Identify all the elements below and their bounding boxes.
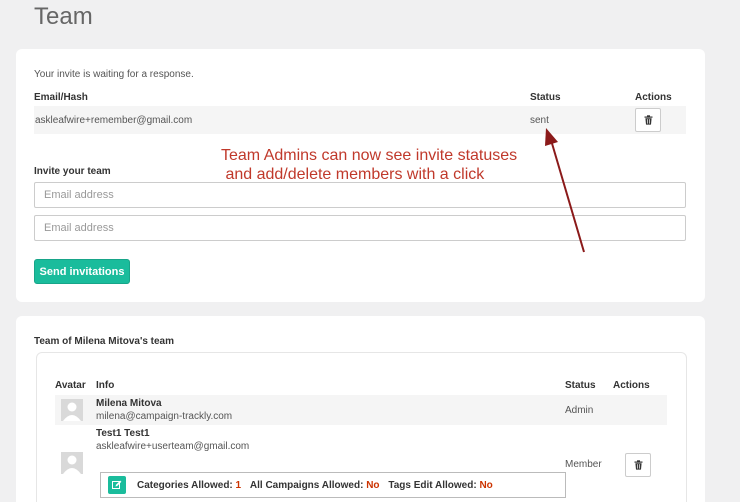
team-members-box: Avatar Info Status Actions Milena Mitova… — [36, 352, 687, 502]
member-status: Member — [565, 459, 602, 470]
categories-allowed-value: 1 — [235, 480, 242, 491]
member-name: Milena Mitova — [96, 398, 162, 409]
permissions-text: Categories Allowed: 1 All Campaigns Allo… — [137, 480, 493, 491]
edit-permissions-button[interactable] — [108, 476, 126, 494]
categories-allowed-label: Categories Allowed: — [137, 480, 233, 491]
member-status: Admin — [565, 405, 594, 416]
member-email: milena@campaign-trackly.com — [96, 411, 233, 422]
all-campaigns-allowed-label: All Campaigns Allowed: — [249, 480, 364, 491]
team-heading: Team of Milena Mitova's team — [34, 336, 175, 347]
edit-icon — [112, 480, 122, 489]
user-silhouette-icon — [63, 402, 81, 421]
column-member-actions: Actions — [613, 380, 650, 391]
tags-edit-allowed-label: Tags Edit Allowed: — [388, 480, 477, 491]
user-silhouette-icon — [63, 455, 81, 474]
table-row: Test1 Test1 askleafwire+userteam@gmail.c… — [55, 425, 667, 502]
avatar — [61, 399, 83, 421]
column-member-status: Status — [565, 380, 596, 391]
permissions-box: Categories Allowed: 1 All Campaigns Allo… — [100, 472, 566, 498]
column-avatar: Avatar — [55, 380, 86, 391]
member-email: askleafwire+userteam@gmail.com — [96, 441, 250, 452]
table-row: Milena Mitova milena@campaign-trackly.co… — [55, 395, 667, 425]
member-name: Test1 Test1 — [96, 428, 150, 439]
all-campaigns-allowed-value: No — [366, 480, 380, 491]
tags-edit-allowed-value: No — [479, 480, 493, 491]
team-card: Team of Milena Mitova's team Avatar Info… — [16, 316, 705, 502]
trash-icon — [634, 460, 642, 470]
avatar — [61, 452, 83, 474]
column-info: Info — [96, 380, 115, 391]
delete-member-button[interactable] — [625, 453, 651, 477]
